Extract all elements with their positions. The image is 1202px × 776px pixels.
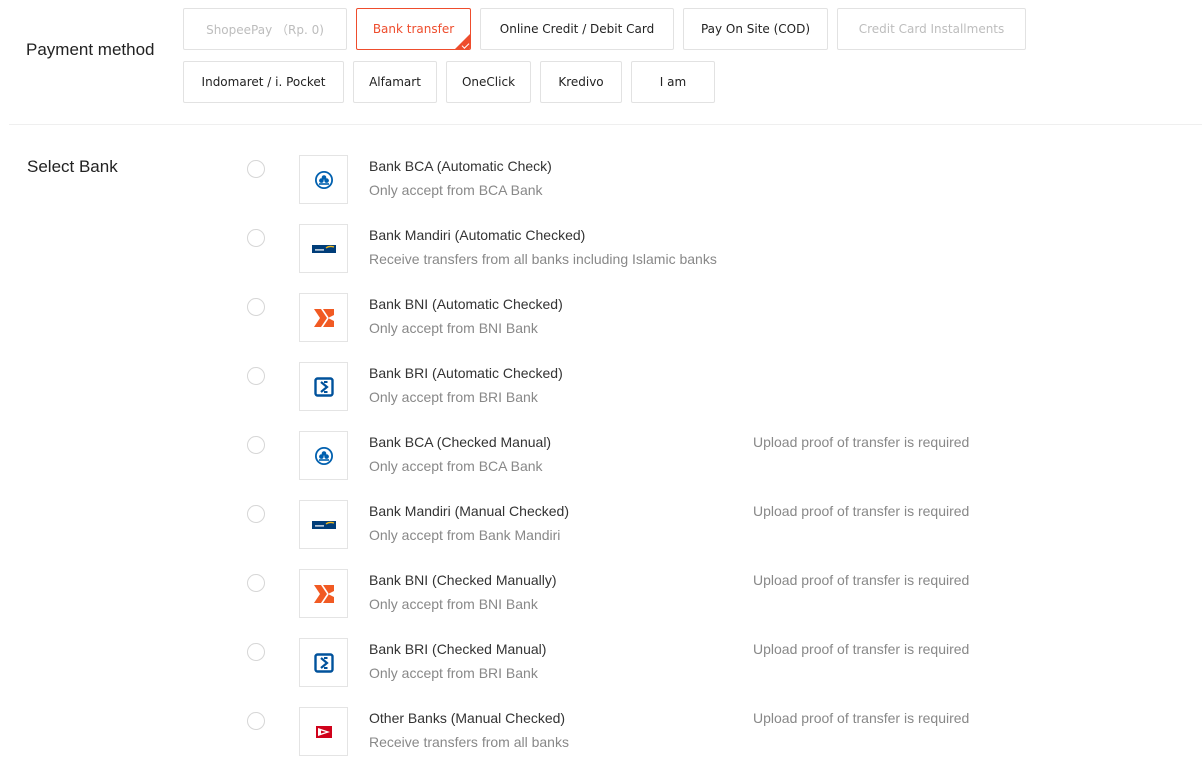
bank-logo	[299, 224, 348, 273]
payment-option-label: Alfamart	[369, 75, 421, 89]
radio-button[interactable]	[247, 505, 265, 523]
bank-description: Receive transfers from all banks	[369, 734, 569, 750]
radio-button[interactable]	[247, 436, 265, 454]
bank-name: Bank BRI (Automatic Checked)	[369, 365, 563, 381]
bank-logo	[299, 431, 348, 480]
payment-option-label: Credit Card Installments	[858, 22, 1005, 36]
payment-option-label: I am	[659, 75, 687, 89]
bank-name: Other Banks (Manual Checked)	[369, 710, 566, 726]
bank-description: Receive transfers from all banks includi…	[369, 251, 717, 267]
bank-description: Only accept from Bank Mandiri	[369, 527, 561, 543]
payment-option-shopeepay[interactable]: ShopeePay （Rp. 0)	[183, 8, 347, 50]
bank-logo	[299, 569, 348, 618]
payment-method-section: Payment method ShopeePay （Rp. 0) Bank tr…	[0, 0, 1202, 124]
bank-logo	[299, 155, 348, 204]
bank-description: Only accept from BRI Bank	[369, 389, 538, 405]
bank-option-bca-automatic[interactable]: Bank BCA (Automatic Check) Only accept f…	[247, 155, 1197, 224]
bank-name: Bank Mandiri (Automatic Checked)	[369, 227, 586, 243]
radio-button[interactable]	[247, 298, 265, 316]
bank-name: Bank BNI (Automatic Checked)	[369, 296, 563, 312]
bank-name: Bank BRI (Checked Manual)	[369, 641, 547, 657]
bank-logo	[299, 293, 348, 342]
payment-option-installments[interactable]: Credit Card Installments	[837, 8, 1026, 50]
payment-option-oneclick[interactable]: OneClick	[446, 61, 531, 103]
bri-logo-icon	[313, 376, 334, 397]
bank-option-other-banks[interactable]: Other Banks (Manual Checked) Receive tra…	[247, 707, 1197, 776]
bank-logo	[299, 362, 348, 411]
bank-description: Only accept from BCA Bank	[369, 182, 543, 198]
radio-button[interactable]	[247, 712, 265, 730]
bank-name: Bank Mandiri (Manual Checked)	[369, 503, 569, 519]
bank-description: Only accept from BNI Bank	[369, 596, 538, 612]
bank-logo	[299, 707, 348, 756]
radio-button[interactable]	[247, 643, 265, 661]
payment-method-label: Payment method	[26, 40, 155, 59]
bank-note: Upload proof of transfer is required	[753, 503, 970, 519]
payment-option-label: Indomaret / i. Pocket	[201, 75, 326, 89]
bank-note: Upload proof of transfer is required	[753, 641, 970, 657]
bank-list: Bank BCA (Automatic Check) Only accept f…	[247, 155, 1197, 776]
bank-name: Bank BCA (Automatic Check)	[369, 158, 552, 174]
bank-option-bri-manual[interactable]: Bank BRI (Checked Manual) Only accept fr…	[247, 638, 1197, 707]
bank-note: Upload proof of transfer is required	[753, 572, 970, 588]
payment-option-indomaret[interactable]: Indomaret / i. Pocket	[183, 61, 344, 103]
payment-option-i-am[interactable]: I am	[631, 61, 715, 103]
payment-option-cod[interactable]: Pay On Site (COD)	[683, 8, 828, 50]
bank-logo	[299, 500, 348, 549]
radio-button[interactable]	[247, 160, 265, 178]
bank-description: Only accept from BRI Bank	[369, 665, 538, 681]
radio-button[interactable]	[247, 229, 265, 247]
bank-option-bni-manual[interactable]: Bank BNI (Checked Manually) Only accept …	[247, 569, 1197, 638]
radio-button[interactable]	[247, 367, 265, 385]
select-bank-label: Select Bank	[27, 157, 118, 176]
payment-option-bank-transfer[interactable]: Bank transfer	[356, 8, 471, 50]
payment-option-label: OneClick	[461, 75, 516, 89]
bni-logo-icon	[313, 308, 334, 327]
payment-option-label: Bank transfer	[372, 22, 455, 36]
bca-logo-icon	[314, 170, 333, 189]
payment-option-label: Pay On Site (COD)	[700, 22, 811, 36]
bank-option-mandiri-automatic[interactable]: Bank Mandiri (Automatic Checked) Receive…	[247, 224, 1197, 293]
bank-option-bca-manual[interactable]: Bank BCA (Checked Manual) Only accept fr…	[247, 431, 1197, 500]
bank-option-bni-automatic[interactable]: Bank BNI (Automatic Checked) Only accept…	[247, 293, 1197, 362]
bank-description: Only accept from BCA Bank	[369, 458, 543, 474]
mandiri-logo-icon	[311, 244, 336, 253]
radio-button[interactable]	[247, 574, 265, 592]
payment-option-label: Kredivo	[558, 75, 604, 89]
bank-note: Upload proof of transfer is required	[753, 710, 970, 726]
bni-logo-icon	[313, 584, 334, 603]
bank-name: Bank BCA (Checked Manual)	[369, 434, 552, 450]
payment-option-online-card[interactable]: Online Credit / Debit Card	[480, 8, 674, 50]
payment-option-kredivo[interactable]: Kredivo	[540, 61, 622, 103]
bri-logo-icon	[313, 652, 334, 673]
bank-name: Bank BNI (Checked Manually)	[369, 572, 557, 588]
other-bank-logo-icon	[315, 725, 332, 738]
bank-description: Only accept from BNI Bank	[369, 320, 538, 336]
payment-option-label: ShopeePay （Rp. 0)	[206, 22, 324, 37]
mandiri-logo-icon	[311, 520, 336, 529]
bank-logo	[299, 638, 348, 687]
payment-option-alfamart[interactable]: Alfamart	[353, 61, 437, 103]
bank-option-mandiri-manual[interactable]: Bank Mandiri (Manual Checked) Only accep…	[247, 500, 1197, 569]
section-divider	[9, 124, 1202, 125]
payment-option-label: Online Credit / Debit Card	[499, 22, 655, 36]
bank-option-bri-automatic[interactable]: Bank BRI (Automatic Checked) Only accept…	[247, 362, 1197, 431]
payment-method-options: ShopeePay （Rp. 0) Bank transfer Online C…	[183, 8, 1195, 103]
bank-note: Upload proof of transfer is required	[753, 434, 970, 450]
bca-logo-icon	[314, 446, 333, 465]
